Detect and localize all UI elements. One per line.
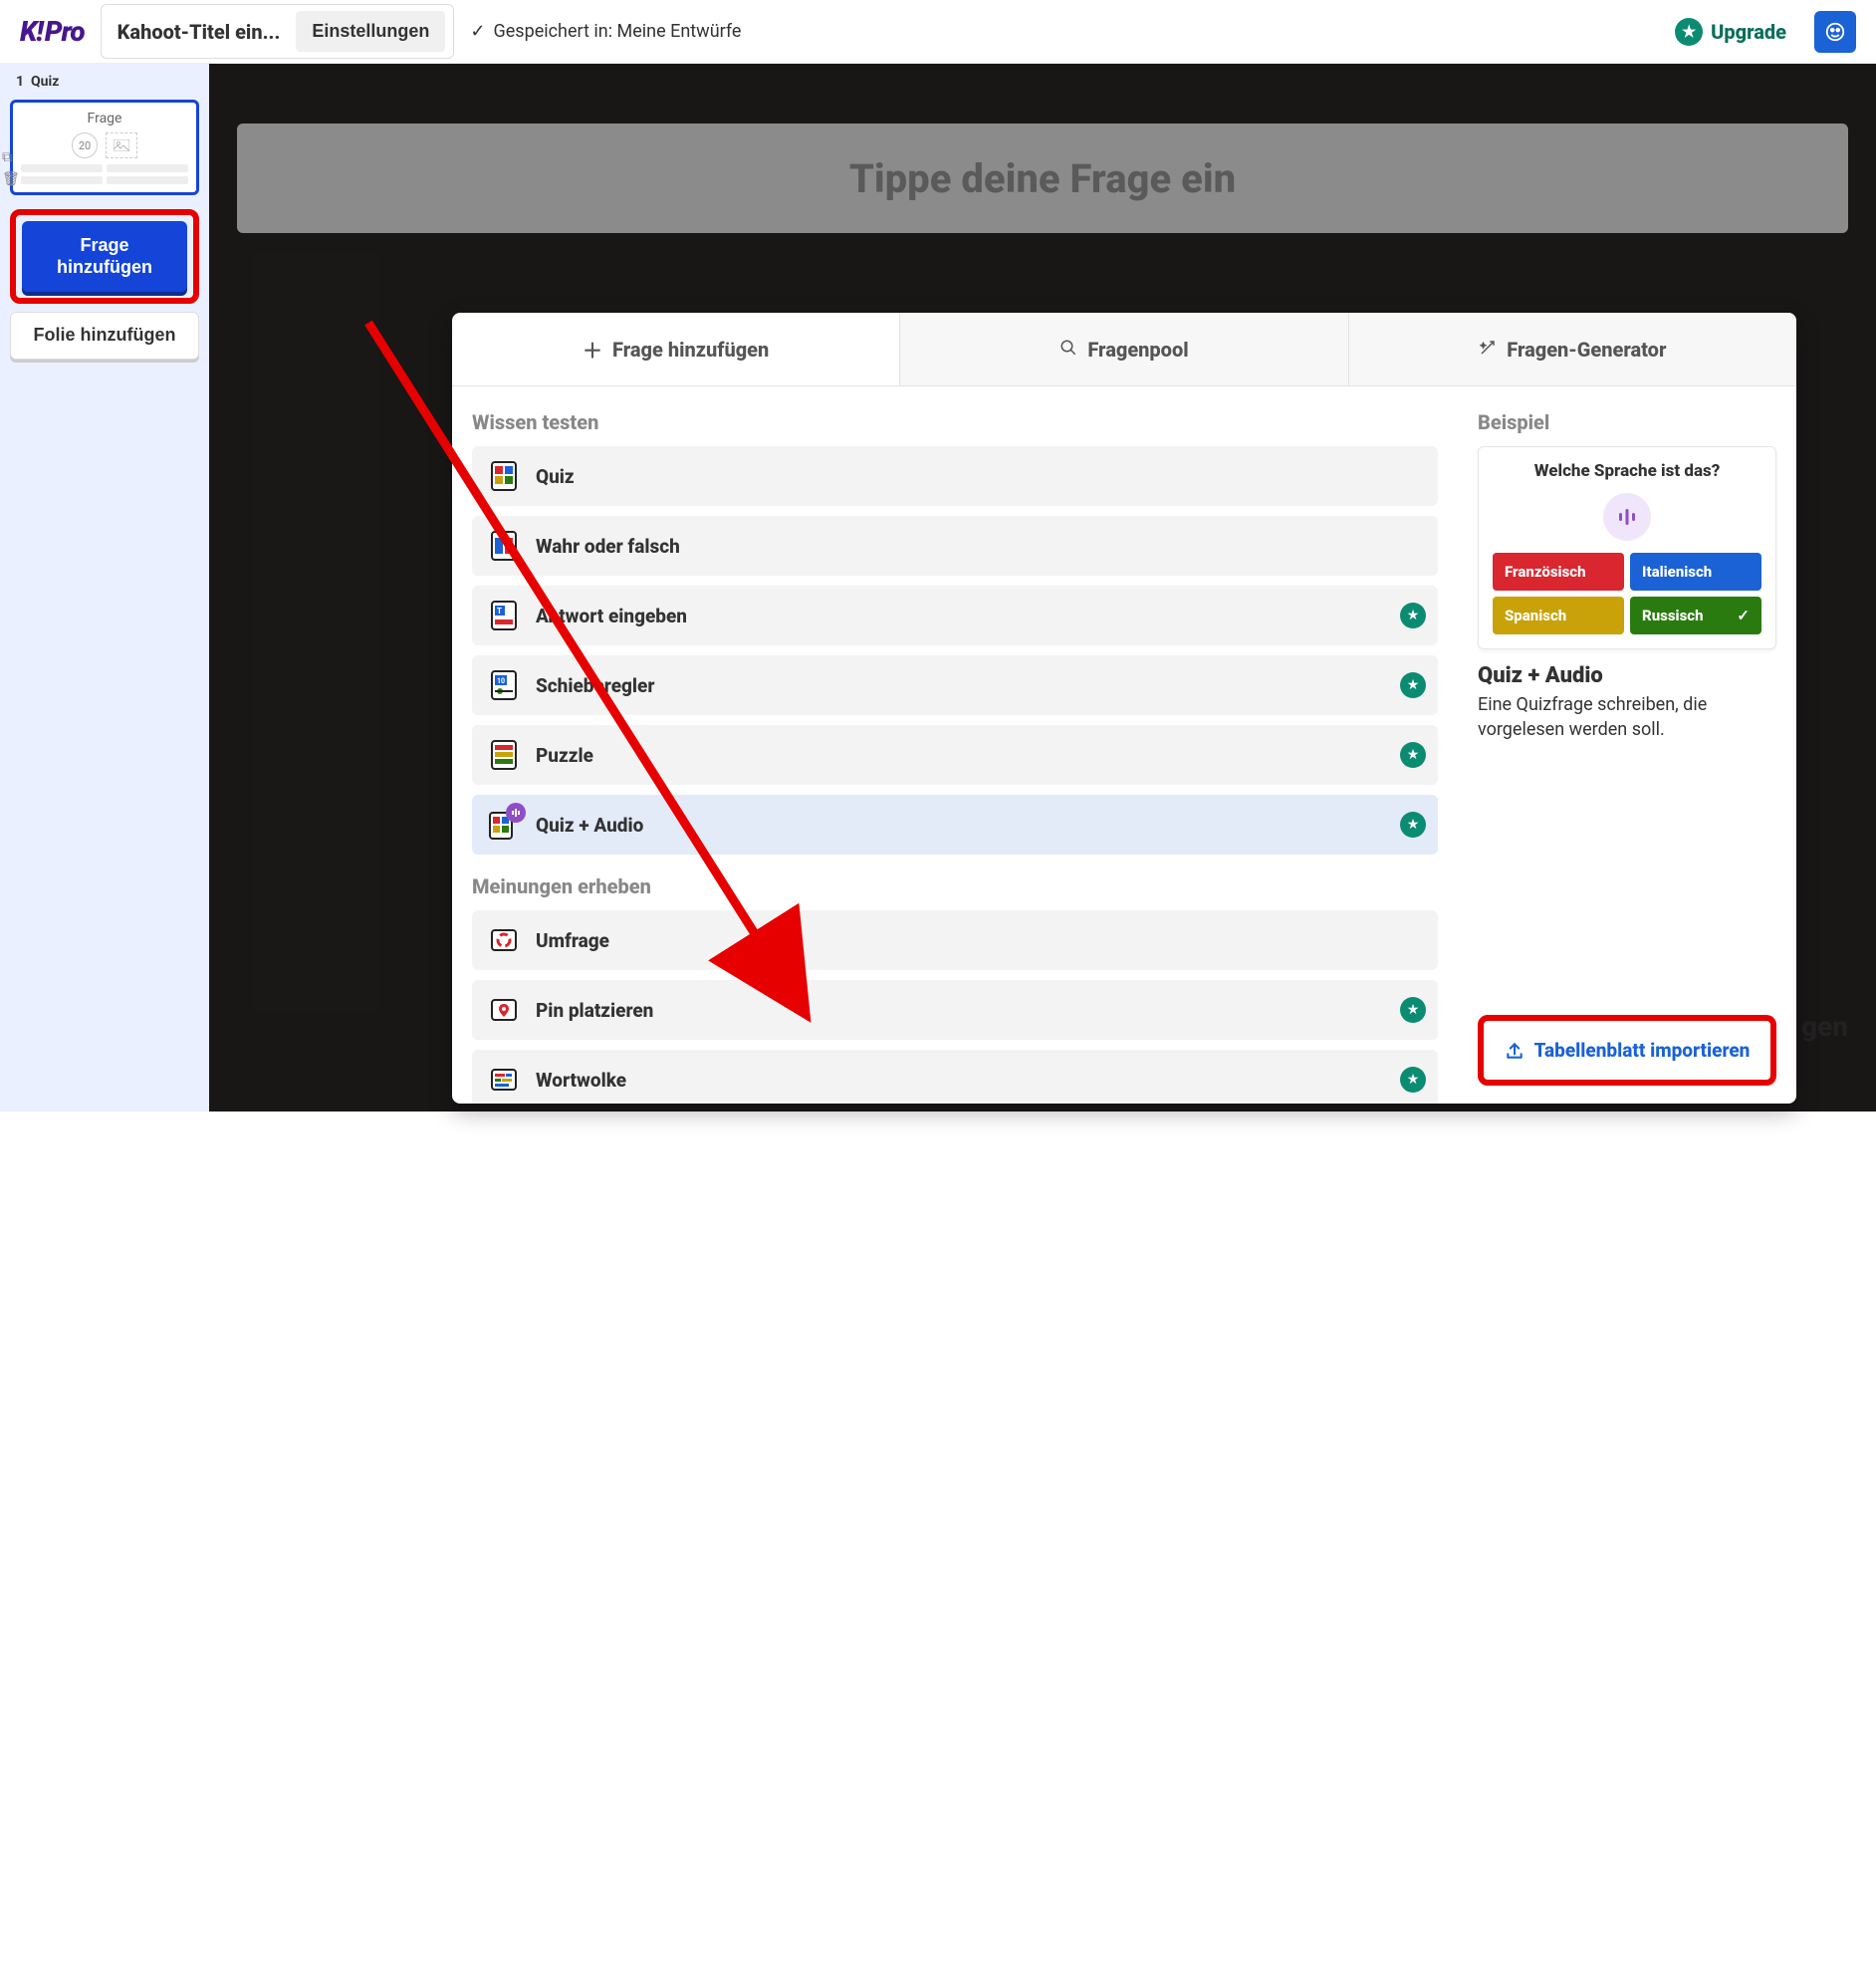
premium-icon: ★ — [1400, 742, 1426, 768]
saved-status: ✓ Gespeichert in: Meine Entwürfe — [470, 21, 741, 42]
star-icon: ★ — [1675, 18, 1703, 46]
option-true-false[interactable]: Wahr oder falsch — [472, 516, 1438, 576]
delete-icon[interactable]: 🗑 — [2, 171, 20, 187]
logo-pro: Pro — [45, 15, 85, 48]
editor-canvas: Tippe deine Frage ein gen ＋ Frage hinzuf… — [209, 64, 1876, 1112]
true-false-icon — [486, 528, 522, 564]
import-label: Tabellenblatt importieren — [1534, 1039, 1751, 1062]
section-test: Wissen testen — [472, 410, 1438, 434]
app-header: K! Pro Kahoot-Titel ein... Einstellungen… — [0, 0, 1876, 64]
slide-label: 1 Quiz — [10, 74, 199, 90]
tab-question-pool[interactable]: Fragenpool — [899, 313, 1347, 385]
quiz-audio-icon — [486, 807, 522, 843]
magic-icon — [1479, 338, 1497, 362]
import-spreadsheet-button[interactable]: Tabellenblatt importieren — [1478, 1015, 1776, 1086]
example-question: Welche Sprache ist das? — [1534, 461, 1721, 481]
wordcloud-icon — [486, 1062, 522, 1098]
highlight-add-question: Frage hinzufügen — [10, 209, 199, 304]
example-heading: Quiz + Audio — [1478, 663, 1776, 688]
plus-icon: ＋ — [583, 335, 602, 364]
add-question-button[interactable]: Frage hinzufügen — [22, 221, 187, 292]
option-quiz[interactable]: Quiz — [472, 446, 1438, 506]
svg-text:10: 10 — [497, 677, 505, 685]
duplicate-icon[interactable]: ⧉ — [2, 149, 20, 165]
example-card: Welche Sprache ist das? Französisch Ital… — [1478, 446, 1776, 649]
quiz-icon — [486, 458, 522, 494]
option-pin[interactable]: Pin platzieren ★ — [472, 980, 1438, 1040]
example-answer-2: Italienisch — [1630, 553, 1761, 591]
search-icon — [1059, 338, 1077, 362]
theme-button[interactable] — [1814, 11, 1856, 53]
main-area: 1 Quiz Frage 20 ⧉ 🗑 Frage hinzufügen Fol… — [0, 64, 1876, 1112]
logo-k: K! — [20, 15, 43, 48]
pin-icon — [486, 992, 522, 1028]
premium-icon: ★ — [1400, 603, 1426, 628]
option-wordcloud[interactable]: Wortwolke ★ — [472, 1050, 1438, 1104]
question-type-list: Wissen testen Quiz Wahr oder falsch T An… — [452, 386, 1458, 1104]
option-slider[interactable]: 10 Schieberegler ★ — [472, 655, 1438, 715]
slides-sidebar: 1 Quiz Frage 20 ⧉ 🗑 Frage hinzufügen Fol… — [0, 64, 209, 1112]
add-slide-button[interactable]: Folie hinzufügen — [10, 312, 199, 360]
upgrade-label: Upgrade — [1711, 20, 1786, 44]
title-box[interactable]: Kahoot-Titel ein... Einstellungen — [101, 4, 455, 59]
thumb-title: Frage — [88, 111, 122, 126]
settings-button[interactable]: Einstellungen — [296, 11, 445, 52]
premium-icon: ★ — [1400, 997, 1426, 1023]
option-puzzle[interactable]: Puzzle ★ — [472, 725, 1438, 785]
upgrade-link[interactable]: ★ Upgrade — [1675, 18, 1786, 46]
option-type-answer[interactable]: T Antwort eingeben ★ — [472, 586, 1438, 645]
audio-icon — [1603, 493, 1651, 541]
saved-label: Gespeichert in: Meine Entwürfe — [493, 21, 741, 42]
poll-icon — [486, 922, 522, 958]
check-icon: ✓ — [470, 21, 485, 42]
example-answer-1: Französisch — [1493, 553, 1624, 591]
slider-icon: 10 — [486, 667, 522, 703]
example-panel: Beispiel Welche Sprache ist das? Französ… — [1458, 386, 1796, 1104]
example-answer-4: Russisch✓ — [1630, 597, 1761, 634]
option-poll[interactable]: Umfrage — [472, 910, 1438, 970]
example-answer-3: Spanisch — [1493, 597, 1624, 634]
thumb-time: 20 — [72, 132, 98, 158]
type-answer-icon: T — [486, 598, 522, 633]
logo: K! Pro — [20, 15, 85, 48]
premium-icon: ★ — [1400, 1067, 1426, 1093]
example-label: Beispiel — [1478, 410, 1776, 434]
thumb-image-placeholder — [106, 132, 137, 158]
side-panel-peek: gen — [1801, 1010, 1848, 1043]
slide-side-icons: ⧉ 🗑 — [2, 149, 20, 187]
option-quiz-audio[interactable]: Quiz + Audio ★ — [472, 795, 1438, 855]
puzzle-icon — [486, 737, 522, 773]
check-icon: ✓ — [1737, 607, 1750, 624]
kahoot-title: Kahoot-Titel ein... — [110, 20, 289, 44]
premium-icon: ★ — [1400, 672, 1426, 698]
section-opinion: Meinungen erheben — [472, 874, 1438, 898]
question-input-placeholder[interactable]: Tippe deine Frage ein — [237, 124, 1848, 233]
tab-add-question[interactable]: ＋ Frage hinzufügen — [452, 313, 899, 385]
slide-thumbnail[interactable]: Frage 20 — [10, 100, 199, 195]
premium-icon: ★ — [1400, 812, 1426, 838]
svg-text:T: T — [497, 607, 502, 616]
add-question-modal: ＋ Frage hinzufügen Fragenpool Fragen-Gen… — [452, 313, 1796, 1104]
tab-question-generator[interactable]: Fragen-Generator — [1348, 313, 1796, 385]
modal-tabs: ＋ Frage hinzufügen Fragenpool Fragen-Gen… — [452, 313, 1796, 386]
thumb-answers — [21, 164, 188, 184]
example-desc: Eine Quizfrage schreiben, die vorgelesen… — [1478, 692, 1776, 742]
